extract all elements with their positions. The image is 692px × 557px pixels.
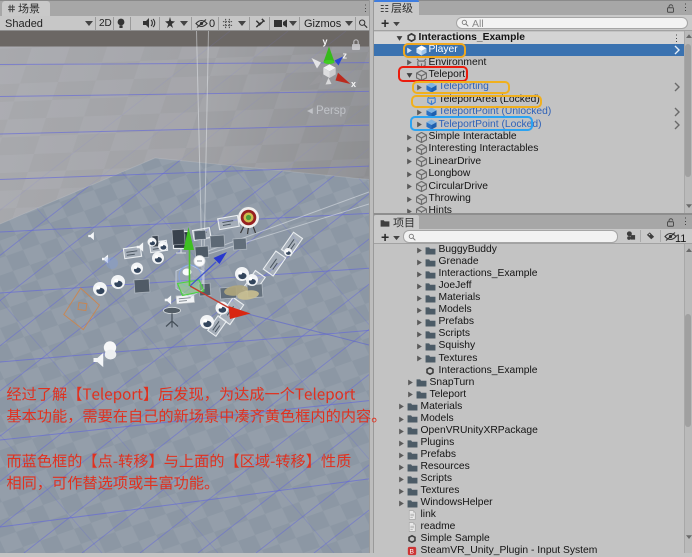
- svg-text:y: y: [323, 37, 328, 47]
- svg-text:x: x: [351, 79, 356, 89]
- svg-text:B: B: [409, 549, 414, 556]
- svg-text:z: z: [343, 51, 348, 61]
- svg-text:◂ Persp: ◂ Persp: [307, 105, 346, 117]
